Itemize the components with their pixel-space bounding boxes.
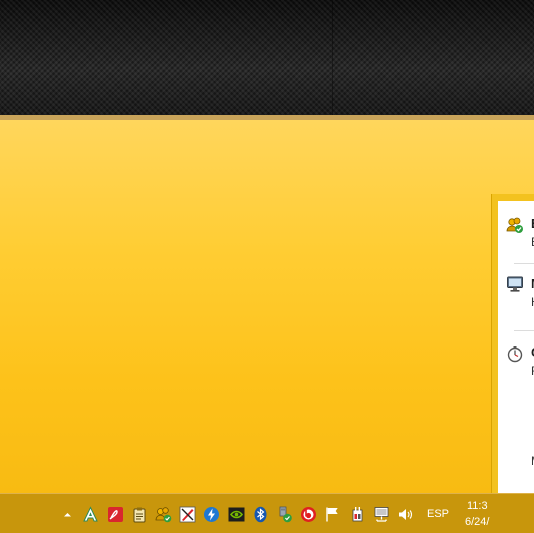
flyout-item-3[interactable]: C F xyxy=(498,338,534,378)
carbon-fiber-banner xyxy=(0,0,534,115)
flyout-separator xyxy=(514,263,534,264)
pdf-reader-icon[interactable] xyxy=(105,503,125,525)
clock-date[interactable]: 6/24/ xyxy=(465,516,489,528)
taskbar: ESP 11:3 6/24/ xyxy=(0,493,534,533)
users-shield-icon[interactable] xyxy=(153,503,173,525)
flyout-item-1[interactable]: E E xyxy=(498,209,534,249)
flyout-item-2[interactable]: M H xyxy=(498,269,534,309)
desktop-background[interactable] xyxy=(0,120,534,493)
nvidia-icon[interactable] xyxy=(226,503,246,525)
stopwatch-icon xyxy=(506,345,524,363)
autodesk-icon[interactable] xyxy=(80,503,100,525)
bluetooth-icon[interactable] xyxy=(250,503,270,525)
flyout-separator xyxy=(514,330,534,331)
banner-seam xyxy=(332,0,333,115)
beats-audio-icon[interactable] xyxy=(298,503,318,525)
power-plug-icon[interactable] xyxy=(347,503,367,525)
monitor-icon xyxy=(506,275,524,293)
clock-time[interactable]: 11:3 xyxy=(467,500,488,512)
volume-icon[interactable] xyxy=(395,503,415,525)
network-icon[interactable] xyxy=(371,503,391,525)
usb-safe-remove-icon[interactable] xyxy=(274,503,294,525)
clipboard-icon[interactable] xyxy=(129,503,149,525)
flyout-panel: E E M H xyxy=(498,201,534,533)
users-shield-icon xyxy=(506,216,524,234)
input-language-indicator[interactable]: ESP xyxy=(427,508,449,520)
pen-tool-icon[interactable] xyxy=(177,503,197,525)
show-hidden-icons-chevron-icon[interactable] xyxy=(57,503,77,525)
action-center-flag-icon[interactable] xyxy=(322,503,342,525)
lightning-icon[interactable] xyxy=(201,503,221,525)
notification-flyout: E E M H xyxy=(491,194,534,533)
